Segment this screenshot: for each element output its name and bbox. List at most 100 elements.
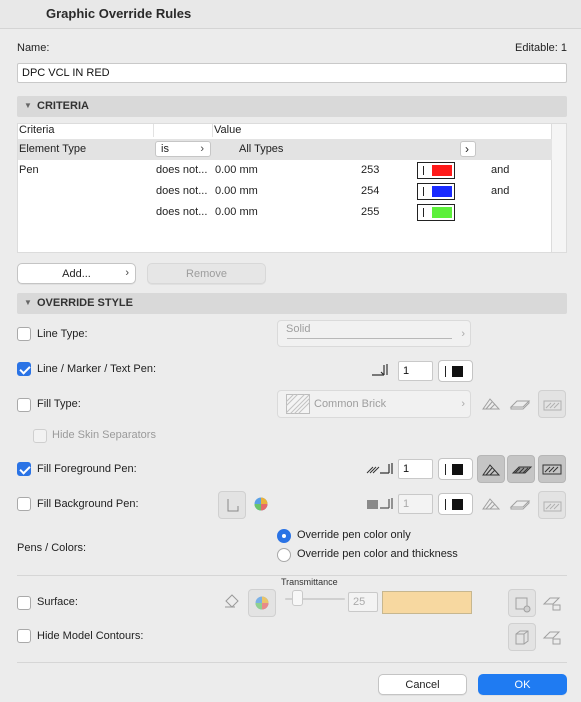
pen-color-swatch[interactable] [417,183,455,200]
model-contour-icon [515,630,529,645]
override-section-header[interactable]: ▼ OVERRIDE STYLE [17,293,567,314]
remove-criteria-button[interactable]: Remove [147,263,266,284]
criteria-scrollbar[interactable] [552,123,567,253]
editable-count: Editable: 1 [515,42,567,54]
pen-color-swatch[interactable] [417,162,455,179]
surface-picker-button[interactable] [248,589,276,617]
name-input[interactable]: DPC VCL IN RED [17,63,567,83]
fill-foreground-checkbox[interactable] [17,462,31,476]
line-pen-number-input[interactable]: 1 [398,361,433,381]
pen-weight-icon [227,499,239,512]
pens-colors-label: Pens / Colors: [17,542,87,554]
chevron-right-icon: › [200,143,204,155]
criteria-pen: Pen [19,164,39,176]
pen-thickness: 0.00 mm [215,164,258,176]
transparent-background-button[interactable] [218,491,246,519]
hide-model-contours-checkbox[interactable] [17,629,31,643]
fill-type-value: Common Brick [314,398,387,410]
chevron-right-icon: › [461,328,465,340]
chevron-right-icon: › [461,398,465,410]
name-label: Name: [17,42,50,54]
surface-apply-button[interactable] [508,589,536,617]
fill-foreground-color-button[interactable] [438,458,473,480]
conjunction: and [491,164,510,176]
color-wheel-icon[interactable] [253,496,269,512]
fill-foreground-label: Fill Foreground Pen: [37,463,137,475]
column-divider [153,124,154,137]
cut-fill-icon[interactable] [480,395,502,413]
radio-pen-color-only-label[interactable]: Override pen color only [297,529,411,541]
criteria-element-type: Element Type [19,143,87,155]
drafting-fill-icon [543,400,562,411]
pen-operator[interactable]: does not... [156,206,207,218]
pen-thickness: 0.00 mm [215,206,258,218]
pen-number: 254 [361,185,380,197]
pen-operator[interactable]: does not... [156,185,207,197]
ok-button[interactable]: OK [478,674,567,695]
line-sample [287,338,452,339]
drafting-fill-button[interactable] [538,491,566,519]
paint-bucket-icon[interactable] [222,593,240,611]
line-pen-color-button[interactable] [438,360,473,382]
hide-model-contours-label: Hide Model Contours: [37,630,144,642]
fill-type-popup[interactable]: Common Brick › [277,390,471,418]
add-criteria-button[interactable]: Add... › [17,263,136,284]
line-type-value: Solid [286,323,311,335]
cut-fill-icon [482,464,501,476]
radio-pen-color-thickness[interactable] [277,548,291,562]
pen-operator[interactable]: does not... [156,164,207,176]
fill-type-checkbox[interactable] [17,398,31,412]
surface-checkbox[interactable] [17,596,31,610]
contours-button[interactable] [508,623,536,651]
fill-background-color-button[interactable] [438,493,473,515]
radio-pen-color-thickness-label[interactable]: Override pen color and thickness [297,548,458,560]
transmittance-input[interactable]: 25 [348,592,378,612]
drafting-fill-button[interactable] [538,390,566,418]
fill-type-label: Fill Type: [37,398,81,410]
line-pen-checkbox[interactable] [17,362,31,376]
drafting-fill-icon [542,464,562,475]
fill-background-number-input[interactable]: 1 [398,494,433,514]
criteria-header-label: CRITERIA [37,100,89,112]
line-pen-label: Line / Marker / Text Pen: [37,363,157,375]
cover-fill-icon [511,466,533,474]
column-header-criteria[interactable]: Criteria [19,124,54,136]
cover-fill-icon[interactable] [509,495,531,513]
cancel-button[interactable]: Cancel [378,674,467,695]
title-divider [0,28,581,29]
drafting-fill-toggle-on[interactable] [538,455,566,483]
column-header-value[interactable]: Value [214,124,241,136]
fill-background-label: Fill Background Pen: [37,498,139,510]
dialog-title: Graphic Override Rules [46,6,192,21]
pen-weight-icon [372,364,388,376]
cut-fill-toggle-on[interactable] [477,455,505,483]
chevron-right-icon: › [125,267,129,279]
radio-pen-color-only[interactable] [277,529,291,543]
surface-lock-icon[interactable] [542,594,562,612]
cover-fill-icon[interactable] [509,395,531,413]
operator-popup[interactable]: is › [155,141,211,157]
surface-color-swatch[interactable] [382,591,472,614]
background-pen-icon [367,498,393,509]
drafting-fill-icon [543,501,562,512]
disclosure-triangle-icon: ▼ [24,298,32,307]
surface-icon [515,597,531,613]
pen-number: 253 [361,164,380,176]
pen-color-swatch[interactable] [417,204,455,221]
disclosure-triangle-icon: ▼ [24,101,32,110]
cover-fill-toggle-on[interactable] [507,455,535,483]
hide-skin-separators-checkbox[interactable] [33,429,47,443]
line-type-popup[interactable]: Solid › [277,320,471,347]
contours-lock-icon[interactable] [542,628,562,646]
divider [17,662,567,663]
cut-fill-icon[interactable] [480,495,502,513]
fill-background-checkbox[interactable] [17,497,31,511]
pen-number: 255 [361,206,380,218]
color-wheel-icon [255,596,269,610]
element-type-chooser-button[interactable]: › [460,141,476,157]
fill-foreground-number-input[interactable]: 1 [398,459,433,479]
element-type-value: All Types [239,143,284,155]
line-type-checkbox[interactable] [17,327,31,341]
criteria-section-header[interactable]: ▼ CRITERIA [17,96,567,117]
transmittance-slider-thumb[interactable] [292,590,303,606]
